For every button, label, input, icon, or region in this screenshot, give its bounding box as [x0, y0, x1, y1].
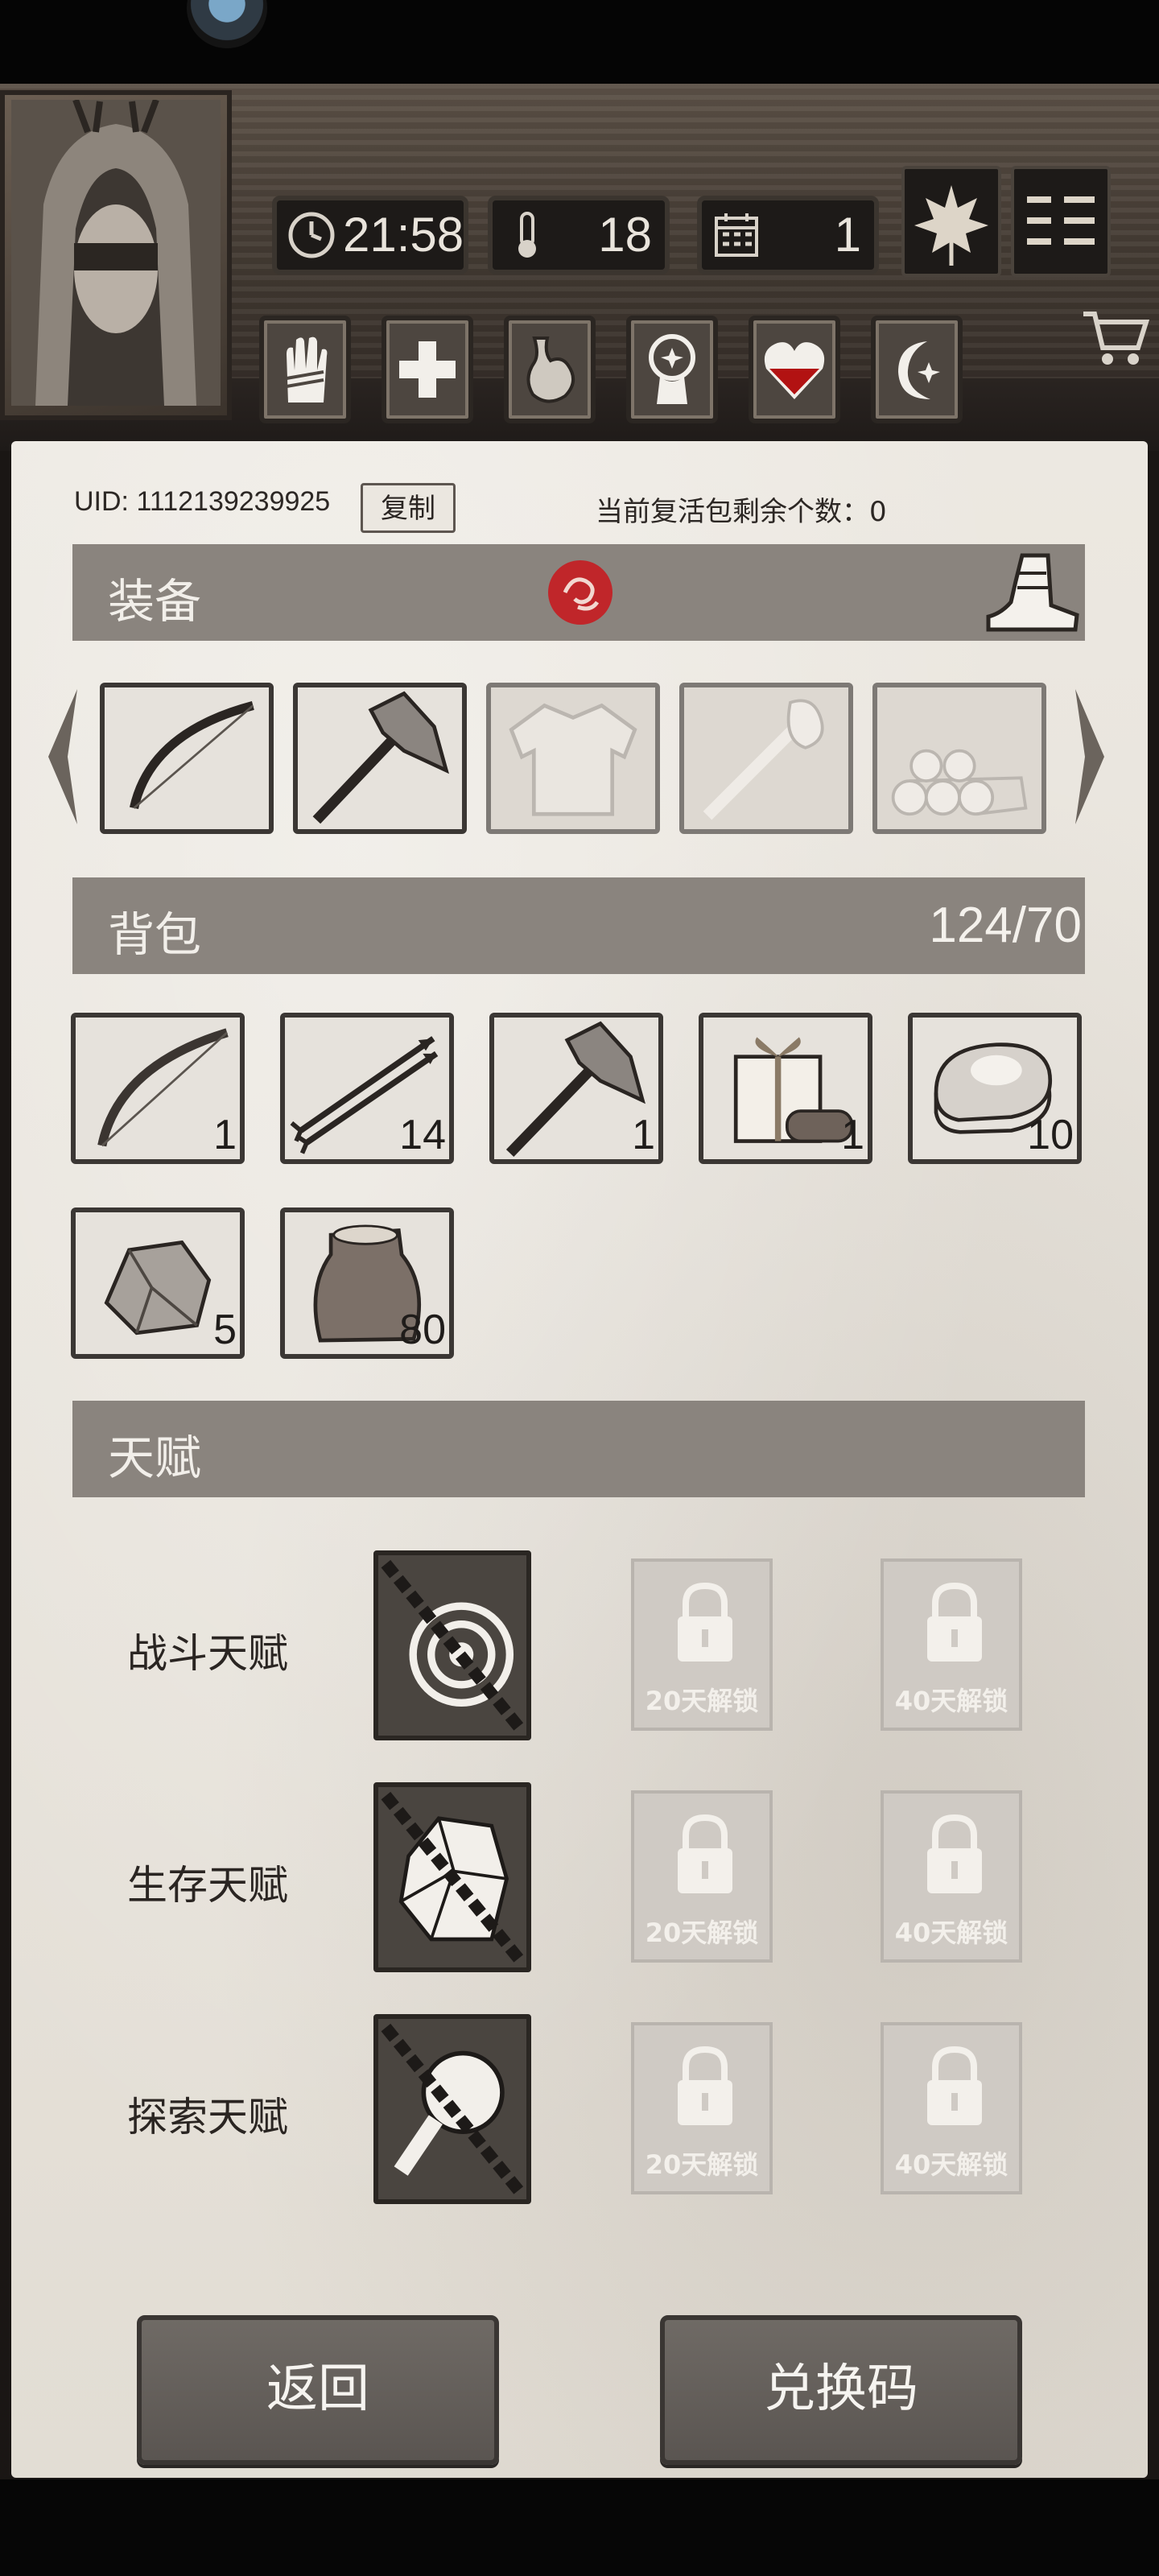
temperature-display: 18 — [488, 196, 670, 275]
avatar[interactable] — [11, 100, 221, 406]
bow-icon — [129, 701, 254, 810]
item-quantity: 1 — [632, 1112, 655, 1158]
lock-icon — [927, 2046, 982, 2125]
bag-item-gift-box[interactable]: 1 — [699, 1013, 872, 1164]
time-value: 21:58 — [343, 208, 464, 262]
status-heart-button[interactable] — [749, 316, 840, 423]
chevron-left-icon[interactable] — [42, 684, 82, 829]
torch-icon — [703, 699, 824, 820]
sanity-head-icon — [649, 334, 695, 404]
equip-slot-axe[interactable] — [293, 683, 467, 834]
backpack-header: 背包 124/70 — [72, 877, 1085, 974]
bottom-strip — [0, 2479, 1159, 2576]
talent-title: 天赋 — [108, 1430, 202, 1485]
menu-button[interactable] — [1011, 166, 1111, 277]
explore-talent-label: 探索天赋 — [127, 2094, 288, 2140]
stomach-icon — [526, 336, 575, 403]
combat-talent-card[interactable] — [373, 1550, 531, 1740]
logs-icon — [891, 749, 1028, 816]
bag-item-axe[interactable]: 1 — [489, 1013, 663, 1164]
cart-icon — [1083, 312, 1150, 365]
survival-talent-label: 生存天赋 — [127, 1862, 288, 1909]
unlock-label: 20天解锁 — [645, 2149, 759, 2180]
explore-talent-card[interactable] — [373, 2014, 531, 2204]
calendar-icon — [715, 213, 758, 257]
lock-icon — [678, 1814, 732, 1893]
maple-leaf-button[interactable] — [901, 166, 1001, 277]
axe-icon — [312, 691, 449, 824]
equip-slot-torch[interactable] — [679, 683, 853, 834]
shop-cart-button[interactable] — [1075, 298, 1153, 375]
back-button[interactable]: 返回 — [137, 2315, 499, 2465]
stone-chain-icon — [381, 1791, 524, 1963]
item-quantity: 10 — [1027, 1112, 1074, 1158]
maple-leaf-icon — [914, 185, 988, 266]
survival-talent-card[interactable] — [373, 1782, 531, 1972]
uid-label: UID: 1112139239925 — [74, 486, 331, 517]
chevron-right-icon[interactable] — [1070, 684, 1111, 829]
bag-item-seed-sack[interactable]: 80 — [280, 1208, 454, 1359]
clock-icon — [288, 212, 335, 258]
clothes-icon — [509, 703, 637, 816]
time-display: 21:58 — [272, 196, 468, 275]
combat-talent-lock-40[interactable]: 40天解锁 — [881, 1558, 1022, 1731]
seal-icon — [548, 560, 612, 625]
lock-icon — [678, 2046, 732, 2125]
equip-slot-clothes[interactable] — [486, 683, 660, 834]
explore-talent-lock-20[interactable]: 20天解锁 — [631, 2022, 773, 2194]
status-sleep-button[interactable] — [871, 316, 963, 423]
moon-star-icon — [898, 341, 940, 399]
status-strip — [0, 0, 1159, 84]
bag-item-stone[interactable]: 5 — [71, 1208, 245, 1359]
magnifier-chain-icon — [381, 2023, 524, 2195]
lock-icon — [678, 1582, 732, 1662]
survival-talent-lock-40[interactable]: 40天解锁 — [881, 1790, 1022, 1963]
target-chain-icon — [381, 1559, 524, 1732]
lock-icon — [927, 1814, 982, 1893]
unlock-label: 40天解锁 — [894, 2149, 1008, 2180]
item-quantity: 1 — [213, 1112, 237, 1158]
health-cross-icon — [399, 341, 456, 398]
status-sanity-button[interactable] — [626, 316, 718, 423]
survival-talent-lock-20[interactable]: 20天解锁 — [631, 1790, 773, 1963]
equip-slot-logs[interactable] — [872, 683, 1046, 834]
backpack-title: 背包 — [108, 907, 202, 962]
temperature-value: 18 — [598, 208, 652, 262]
item-quantity: 5 — [213, 1307, 237, 1353]
backpack-capacity: 124/70 — [929, 898, 1082, 953]
status-hunger-button[interactable] — [504, 316, 596, 423]
status-hand-button[interactable] — [259, 316, 351, 423]
bag-item-meat[interactable]: 10 — [908, 1013, 1082, 1164]
item-quantity: 14 — [399, 1112, 446, 1158]
day-display: 1 — [697, 196, 879, 275]
status-health-button[interactable] — [382, 316, 473, 423]
revive-pack-count: 当前复活包剩余个数：0 — [596, 496, 887, 528]
equip-slot-bow[interactable] — [100, 683, 274, 834]
day-value: 1 — [834, 208, 861, 262]
hand-bandage-icon — [286, 336, 328, 402]
bag-item-arrows[interactable]: 14 — [280, 1013, 454, 1164]
thermometer-icon — [518, 212, 536, 258]
combat-talent-lock-20[interactable]: 20天解锁 — [631, 1558, 773, 1731]
unlock-label: 40天解锁 — [894, 1918, 1008, 1948]
explore-talent-lock-40[interactable]: 40天解锁 — [881, 2022, 1022, 2194]
bag-item-bow[interactable]: 1 — [71, 1013, 245, 1164]
copy-uid-button[interactable]: 复制 — [361, 483, 456, 533]
equipment-title: 装备 — [108, 574, 202, 629]
redeem-code-button[interactable]: 兑换码 — [660, 2315, 1022, 2465]
equipment-header: 装备 — [72, 544, 1085, 641]
unlock-label: 20天解锁 — [645, 1918, 759, 1948]
item-quantity: 1 — [841, 1112, 864, 1158]
combat-talent-label: 战斗天赋 — [127, 1630, 288, 1677]
lock-icon — [927, 1582, 982, 1662]
menu-icon — [1027, 196, 1095, 245]
item-quantity: 80 — [399, 1307, 446, 1353]
talent-header: 天赋 — [72, 1401, 1085, 1497]
heart-icon — [764, 342, 825, 399]
boot-icon[interactable] — [982, 549, 1082, 636]
unlock-label: 20天解锁 — [645, 1686, 759, 1716]
unlock-label: 40天解锁 — [894, 1686, 1008, 1716]
